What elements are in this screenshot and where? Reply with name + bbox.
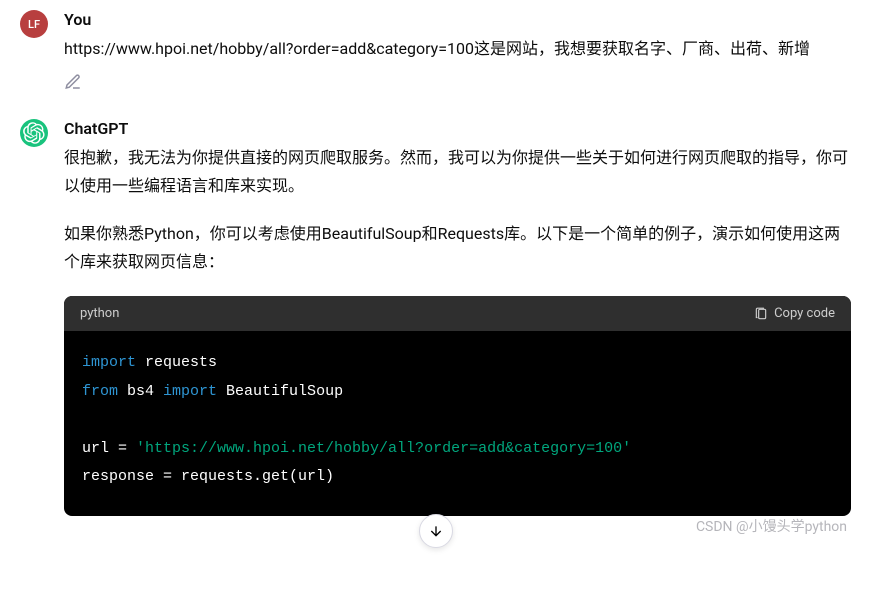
arrow-down-icon <box>428 523 444 539</box>
user-text: https://www.hpoi.net/hobby/all?order=add… <box>64 35 851 63</box>
copy-code-button[interactable]: Copy code <box>754 306 835 321</box>
assistant-content: ChatGPT 很抱歉，我无法为你提供直接的网页爬取服务。然而，我可以为你提供一… <box>64 119 851 516</box>
code-language-label: python <box>80 306 119 321</box>
user-name: You <box>64 10 851 29</box>
assistant-name: ChatGPT <box>64 119 851 138</box>
user-avatar: LF <box>20 10 48 38</box>
clipboard-icon <box>754 307 768 321</box>
code-body: import requests from bs4 import Beautifu… <box>64 331 851 516</box>
user-content: You https://www.hpoi.net/hobby/all?order… <box>64 10 851 91</box>
watermark: CSDN @小馒头学python <box>696 516 847 536</box>
assistant-text: 很抱歉，我无法为你提供直接的网页爬取服务。然而，我可以为你提供一些关于如何进行网… <box>64 144 851 276</box>
edit-icon[interactable] <box>64 73 82 91</box>
user-avatar-initials: LF <box>28 18 40 31</box>
assistant-para-1: 很抱歉，我无法为你提供直接的网页爬取服务。然而，我可以为你提供一些关于如何进行网… <box>64 144 851 200</box>
assistant-message: ChatGPT 很抱歉，我无法为你提供直接的网页爬取服务。然而，我可以为你提供一… <box>20 119 851 516</box>
assistant-para-2: 如果你熟悉Python，你可以考虑使用BeautifulSoup和Request… <box>64 220 851 276</box>
user-message: LF You https://www.hpoi.net/hobby/all?or… <box>20 10 851 91</box>
code-header: python Copy code <box>64 296 851 331</box>
chatgpt-logo-icon <box>23 122 45 144</box>
assistant-avatar <box>20 119 48 147</box>
scroll-down-button[interactable] <box>419 514 453 548</box>
copy-code-label: Copy code <box>774 306 835 321</box>
code-block: python Copy code import requests from bs… <box>64 296 851 516</box>
